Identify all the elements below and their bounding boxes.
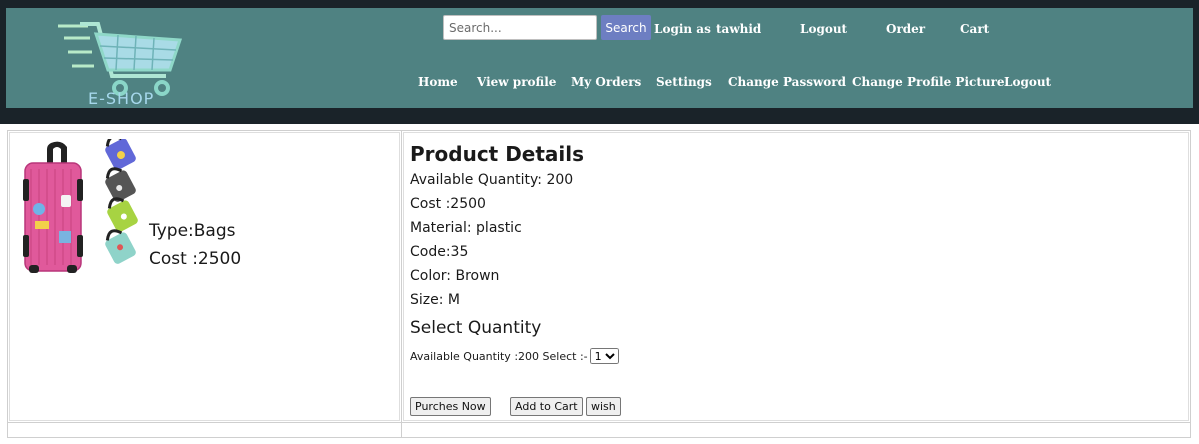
- username-link[interactable]: tawhid: [716, 21, 761, 37]
- nav-logout[interactable]: Logout: [1004, 74, 1051, 90]
- order-link[interactable]: Order: [886, 21, 925, 37]
- nav-my-orders[interactable]: My Orders: [571, 74, 641, 90]
- product-image: [23, 139, 138, 273]
- product-details-title: Product Details: [410, 142, 585, 166]
- product-cost: Cost :2500: [149, 249, 242, 269]
- detail-material: Material: plastic: [410, 220, 522, 236]
- nav-change-profile-picture[interactable]: Change Profile Picture: [852, 74, 1005, 90]
- table-divider-vertical: [401, 131, 402, 437]
- detail-size: Size: M: [410, 292, 460, 308]
- detail-color: Color: Brown: [410, 268, 500, 284]
- nav-view-profile[interactable]: View profile: [477, 74, 556, 90]
- logo-text: E-SHOP: [88, 89, 155, 108]
- navbar: E-SHOP Search Login as tawhid Logout Ord…: [6, 8, 1193, 108]
- quantity-select[interactable]: 1: [589, 348, 619, 364]
- nav-home[interactable]: Home: [418, 74, 458, 90]
- cart-link[interactable]: Cart: [960, 21, 989, 37]
- search-input[interactable]: [443, 15, 597, 40]
- top-bar: E-SHOP Search Login as tawhid Logout Ord…: [0, 0, 1199, 124]
- available-select-label: Available Quantity :200 Select :-: [410, 349, 588, 363]
- wish-button[interactable]: wish: [586, 397, 621, 416]
- product-table: Type:Bags Cost :2500 Product Details Ava…: [7, 130, 1191, 438]
- product-type: Type:Bags: [149, 221, 236, 241]
- search-button[interactable]: Search: [601, 15, 651, 40]
- purchase-now-button[interactable]: Purches Now: [410, 397, 491, 416]
- nav-settings[interactable]: Settings: [656, 74, 712, 90]
- top-logout-link[interactable]: Logout: [800, 21, 847, 37]
- nav-change-password[interactable]: Change Password: [728, 74, 846, 90]
- detail-code: Code:35: [410, 244, 469, 260]
- table-divider-horizontal: [8, 422, 1190, 423]
- detail-available-quantity: Available Quantity: 200: [410, 172, 574, 188]
- detail-cost: Cost :2500: [410, 196, 486, 212]
- available-select-row: Available Quantity :200 Select :- 1: [410, 348, 619, 364]
- select-quantity-title: Select Quantity: [410, 318, 542, 338]
- add-to-cart-button[interactable]: Add to Cart: [510, 397, 583, 416]
- login-as-label: Login as: [654, 22, 711, 36]
